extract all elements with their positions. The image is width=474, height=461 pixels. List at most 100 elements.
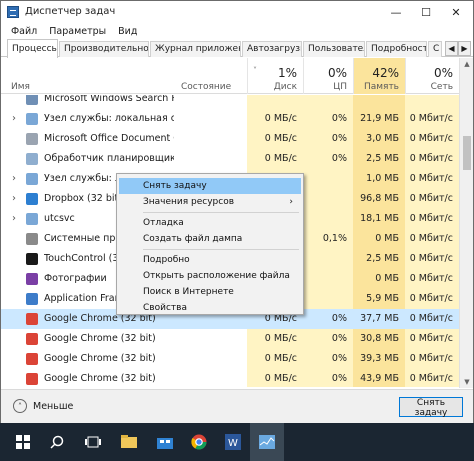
context-menu-item[interactable]: Свойства [119, 300, 301, 316]
memory-value: 2,5 МБ [353, 149, 405, 169]
column-network[interactable]: 0% Сеть [405, 58, 459, 94]
column-memory[interactable]: 42% Память [353, 58, 405, 94]
task-view-icon[interactable] [76, 423, 110, 461]
expand-chevron-icon[interactable]: › [12, 213, 16, 224]
tab-scroll-right-icon[interactable]: ▶ [458, 41, 471, 56]
tab-users[interactable]: Пользователи [303, 41, 365, 57]
process-row[interactable]: Google Chrome (32 bit) 0 МБ/с 0% 43,9 МБ 0 М… [1, 369, 459, 387]
network-value: 0 Мбит/с [405, 229, 459, 249]
process-name: utcsvc [44, 213, 75, 224]
expand-chevron-icon[interactable]: › [12, 113, 16, 124]
network-value: 0 Мбит/с [405, 289, 459, 309]
cpu-value [303, 289, 353, 309]
tab-details[interactable]: Подробности [366, 41, 427, 57]
cpu-value: 0% [303, 349, 353, 369]
context-menu-item[interactable]: Подробно [119, 252, 301, 268]
memory-value: 1,0 МБ [353, 169, 405, 189]
cpu-value [303, 209, 353, 229]
process-row[interactable]: Microsoft Windows Search Pro... [1, 95, 459, 109]
fewer-details-link[interactable]: Меньше [33, 401, 73, 412]
expand-chevron-icon[interactable]: › [12, 173, 16, 184]
network-value: 0 Мбит/с [405, 249, 459, 269]
scroll-up-icon[interactable]: ▲ [460, 58, 474, 70]
gear-service-icon [26, 213, 38, 225]
scroll-thumb[interactable] [463, 136, 471, 170]
tab-services[interactable]: С [428, 41, 442, 57]
minimize-button[interactable]: — [381, 1, 411, 23]
context-menu-item[interactable]: Поиск в Интернете [119, 284, 301, 300]
collapse-chevron-icon[interactable]: ˄ [13, 399, 27, 413]
chrome-icon [26, 353, 38, 365]
menu-item-label: Значения ресурсов [143, 197, 235, 207]
maximize-button[interactable]: ☐ [411, 1, 441, 23]
store-icon[interactable] [148, 423, 182, 461]
context-menu-item[interactable]: Снять задачу [119, 178, 301, 194]
column-name[interactable]: Имя [11, 82, 30, 92]
context-menu-item[interactable]: Создать файл дампа [119, 231, 301, 247]
footer-bar: ˄ Меньше Снять задачу [1, 389, 473, 423]
process-name: Узел службы: локальная систе... [44, 113, 174, 124]
menu-options[interactable]: Параметры [49, 26, 106, 37]
process-row[interactable]: Google Chrome (32 bit) 0 МБ/с 0% 39,3 МБ 0 М… [1, 349, 459, 369]
cpu-value: 0% [303, 309, 353, 329]
menu-view[interactable]: Вид [118, 26, 137, 37]
photos-icon [26, 273, 38, 285]
vertical-scrollbar[interactable]: ▲ ▼ [459, 58, 473, 388]
tab-performance[interactable]: Производительность [59, 41, 149, 57]
gear-service-icon [26, 173, 38, 185]
scheduler-icon [26, 153, 38, 165]
scroll-down-icon[interactable]: ▼ [460, 376, 474, 388]
end-task-button[interactable]: Снять задачу [399, 397, 463, 418]
tab-scroll-left-icon[interactable]: ◀ [445, 41, 458, 56]
menu-file[interactable]: Файл [11, 26, 37, 37]
process-row[interactable]: Обработчик планировщика зад... 0 МБ/с0%2,… [1, 149, 459, 169]
task-manager-icon[interactable] [250, 423, 284, 461]
process-row[interactable]: Google Chrome (32 bit) 0 МБ/с 0% 30,8 МБ 0 М… [1, 329, 459, 349]
tab-app-history[interactable]: Журнал приложений [150, 41, 241, 57]
chrome-icon [26, 313, 38, 325]
close-button[interactable]: ✕ [441, 1, 471, 23]
process-name: Microsoft Office Document Cac... [44, 133, 174, 144]
context-menu: Снять задачу Значения ресурсов › Отладка Соз… [116, 173, 304, 315]
context-menu-item[interactable]: Открыть расположение файла [119, 268, 301, 284]
process-name: Google Chrome (32 bit) [44, 333, 156, 344]
chrome-icon[interactable] [182, 423, 216, 461]
task-manager-window: Диспетчер задач — ☐ ✕ Файл Параметры Вид… [0, 0, 474, 423]
memory-label: Память [363, 82, 399, 92]
gear-service-icon [26, 113, 38, 125]
network-value [405, 95, 459, 109]
cpu-total: 0% [327, 66, 347, 80]
menu-item-label: Свойства [143, 303, 187, 313]
menu-item-label: Подробно [143, 255, 190, 265]
task-manager-icon [7, 6, 19, 18]
context-menu-item[interactable]: Отладка [119, 215, 301, 231]
cpu-value [303, 189, 353, 209]
network-value: 0 Мбит/с [405, 129, 459, 149]
touchcontrol-icon [26, 253, 38, 265]
tab-bar: Процессы Производительность Журнал прило… [1, 39, 473, 58]
title-bar[interactable]: Диспетчер задач — ☐ ✕ [1, 1, 473, 23]
menu-separator [143, 249, 299, 250]
network-label: Сеть [430, 82, 453, 92]
cpu-value: 0% [303, 329, 353, 349]
submenu-chevron-icon: › [289, 197, 293, 207]
process-row[interactable]: › Узел службы: локальная систе... 0 МБ/с0%… [1, 109, 459, 129]
file-explorer-icon[interactable] [112, 423, 146, 461]
tab-startup[interactable]: Автозагрузка [242, 41, 302, 57]
column-state[interactable]: Состояние [181, 82, 231, 92]
process-row[interactable]: Microsoft Office Document Cac... 0 МБ/с0%… [1, 129, 459, 149]
column-disk[interactable]: 1% Диск [247, 58, 303, 94]
disk-value: 0 МБ/с [247, 149, 303, 169]
cpu-value [303, 269, 353, 289]
context-menu-item[interactable]: Значения ресурсов › [119, 194, 301, 210]
disk-label: Диск [273, 82, 297, 92]
chrome-icon [26, 333, 38, 345]
expand-chevron-icon[interactable]: › [12, 193, 16, 204]
start-icon[interactable] [6, 423, 40, 461]
word-icon[interactable]: W [216, 423, 250, 461]
cpu-value [303, 169, 353, 189]
search-icon[interactable] [40, 423, 74, 461]
menu-bar: Файл Параметры Вид [1, 23, 473, 39]
tab-processes[interactable]: Процессы [7, 39, 58, 58]
column-cpu[interactable]: 0% ЦП [303, 58, 353, 94]
